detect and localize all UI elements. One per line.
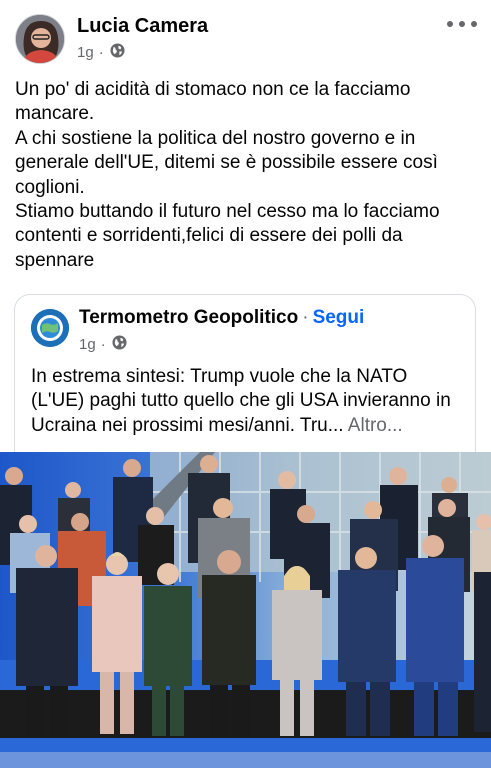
- page-name[interactable]: Termometro Geopolitico: [79, 307, 298, 328]
- shared-post-card[interactable]: Termometro Geopolitico · Segui 1g · In est…: [14, 294, 476, 464]
- post-header: Lucia Camera 1g ·: [0, 0, 491, 72]
- see-more-link[interactable]: Altro...: [348, 415, 403, 436]
- follow-button[interactable]: Segui: [313, 307, 365, 328]
- post-meta: 1g ·: [77, 43, 125, 62]
- globe-icon: [112, 335, 127, 354]
- post-text: Un po' di acidità di stomaco non ce la f…: [15, 79, 440, 271]
- author-name[interactable]: Lucia Camera: [77, 15, 208, 38]
- name-separator: ·: [302, 307, 309, 328]
- globe-icon: [110, 43, 125, 62]
- post-time[interactable]: 1g: [77, 44, 94, 61]
- shared-meta: 1g ·: [79, 335, 127, 354]
- shared-photo[interactable]: [0, 452, 491, 768]
- shared-time[interactable]: 1g: [79, 336, 96, 353]
- shared-text: In estrema sintesi: Trump vuole che la N…: [31, 365, 463, 438]
- page-name-line: Termometro Geopolitico · Segui: [79, 307, 364, 329]
- meta-dot: ·: [98, 44, 104, 61]
- author-avatar[interactable]: [15, 14, 65, 64]
- more-options-icon[interactable]: [447, 14, 477, 34]
- page-avatar[interactable]: [31, 309, 69, 347]
- meta-dot: ·: [100, 336, 106, 353]
